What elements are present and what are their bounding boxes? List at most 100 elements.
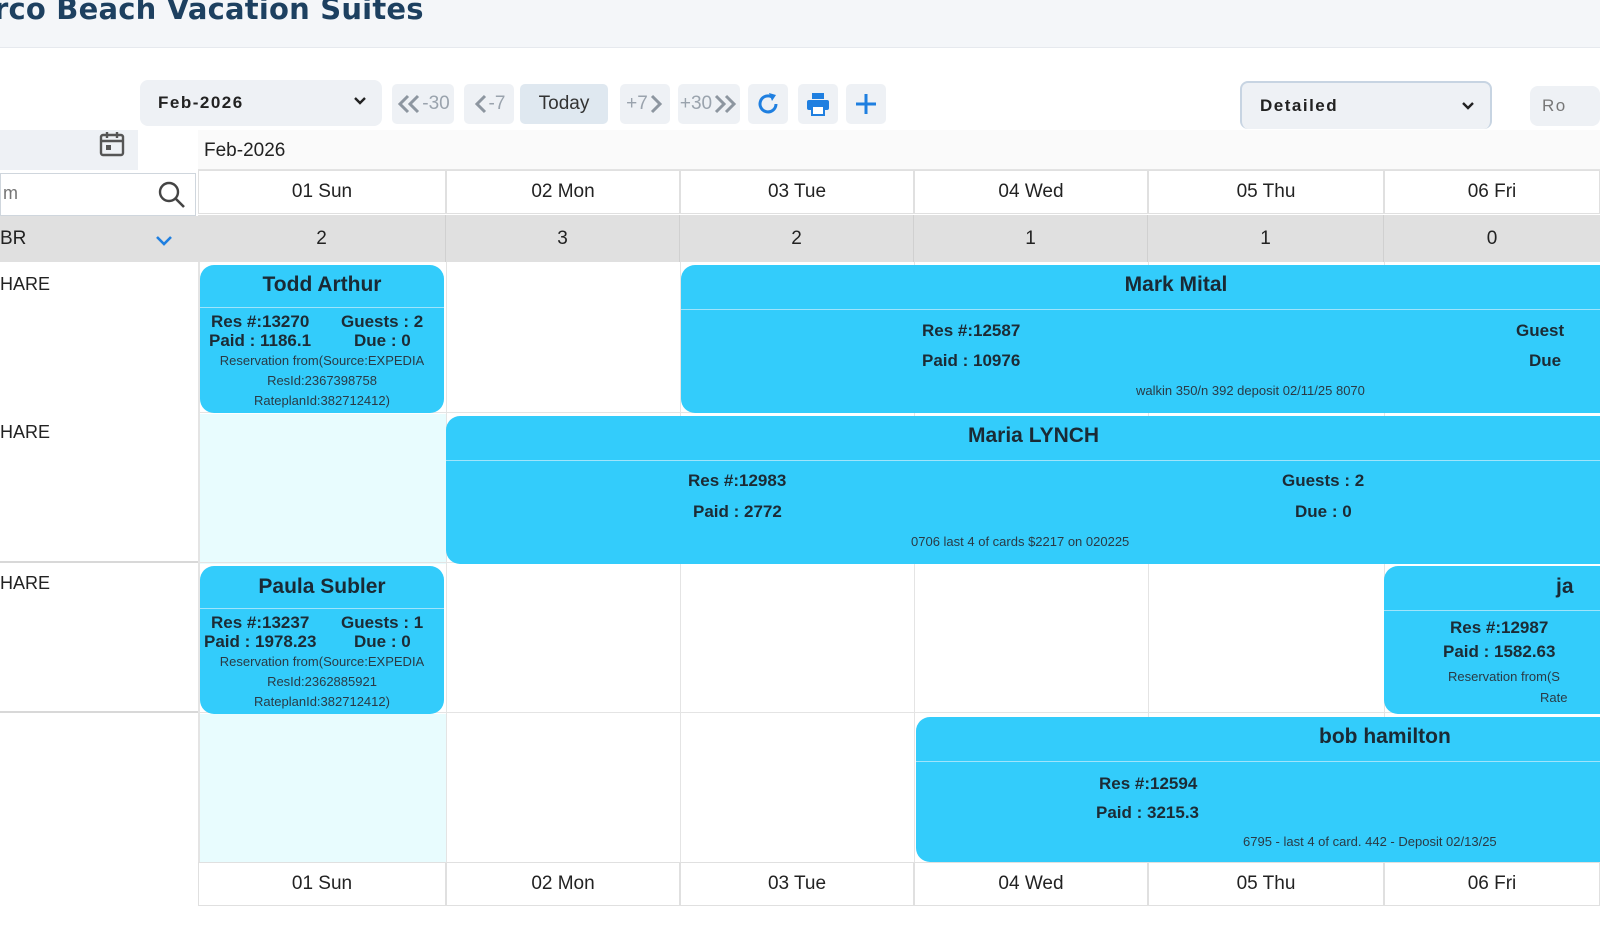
guest-name: bob hamilton	[1319, 725, 1451, 748]
plus-icon	[856, 94, 876, 114]
day-header: 04 Wed	[914, 170, 1148, 214]
room-label: HARE	[0, 422, 51, 442]
chevron-right-icon	[650, 94, 662, 114]
day-footer: 03 Tue	[680, 862, 914, 906]
available-cell[interactable]	[200, 414, 446, 564]
availability-count: 1	[914, 215, 1148, 262]
reservation-number: Res #:12587	[922, 321, 1021, 340]
paid-amount: Paid : 2772	[693, 502, 782, 521]
reservation-number: Res #:13270	[211, 312, 310, 331]
date-picker[interactable]	[0, 130, 138, 170]
due-amount: Due : 0	[354, 331, 411, 350]
day-header: 03 Tue	[680, 170, 914, 214]
double-chevron-right-icon	[715, 94, 737, 114]
fwd-7-label: +7	[626, 93, 648, 114]
day-footer: 05 Thu	[1148, 862, 1384, 906]
room-search[interactable]	[0, 173, 196, 216]
fwd-7-button[interactable]: +7	[620, 84, 670, 124]
due-amount: Due : 0	[1295, 502, 1352, 521]
reservation-note: Reservation from(S	[1448, 669, 1560, 684]
reservation-note: RateplanId:382712412)	[254, 393, 390, 408]
chevron-left-icon	[474, 94, 486, 114]
fwd-30-button[interactable]: +30	[678, 84, 740, 124]
reservation-number: Res #:12594	[1099, 774, 1198, 793]
reservation-card[interactable]: Todd Arthur Res #:13270 Guests : 2 Paid …	[200, 265, 444, 413]
day-header: 06 Fri	[1384, 170, 1600, 214]
reservation-note: ResId:2367398758	[267, 373, 377, 388]
reservation-note: Reservation from(Source:EXPEDIA	[219, 654, 425, 669]
guest-name: Mark Mital	[1124, 273, 1228, 296]
month-label: Feb-2026	[204, 140, 286, 161]
availability-count: 3	[446, 215, 680, 262]
day-header: 05 Thu	[1148, 170, 1384, 214]
back-7-label: -7	[488, 93, 506, 114]
row-divider	[0, 561, 198, 563]
refresh-icon	[758, 93, 778, 114]
room-type-select[interactable]: BR	[0, 216, 198, 262]
today-button[interactable]: Today	[520, 84, 608, 124]
fwd-30-label: +30	[679, 93, 713, 114]
due-amount: Due	[1529, 351, 1562, 370]
room-label: HARE	[0, 274, 51, 294]
room-type-value: BR	[0, 228, 27, 249]
available-cell[interactable]	[200, 714, 446, 862]
availability-count: 2	[680, 215, 914, 262]
back-30-button[interactable]: -30	[392, 84, 454, 124]
chevron-down-icon	[1462, 102, 1474, 110]
month-select[interactable]: Feb-2026	[140, 80, 382, 126]
reservation-number: Res #:13237	[211, 613, 310, 632]
paid-amount: Paid : 3215.3	[1096, 803, 1200, 822]
day-header: 02 Mon	[446, 170, 680, 214]
guest-name: Todd Arthur	[262, 273, 382, 296]
print-button[interactable]	[798, 84, 838, 124]
availability-count: 2	[198, 215, 446, 262]
paid-amount: Paid : 1582.63	[1443, 642, 1556, 661]
room-label: HARE	[0, 573, 51, 593]
reservation-number: Res #:12983	[688, 471, 787, 490]
app-title: rco Beach Vacation Suites	[0, 0, 424, 26]
reservation-card[interactable]: ja Res #:12987 Paid : 1582.63 Reservatio…	[1384, 566, 1600, 714]
chevron-down-icon	[156, 236, 172, 246]
paid-amount: Paid : 1978.23	[204, 632, 317, 651]
view-select-value: Detailed	[1260, 96, 1339, 115]
due-amount: Due : 0	[354, 632, 411, 651]
reservation-card[interactable]: Paula Subler Res #:13237 Guests : 1 Paid…	[200, 566, 444, 714]
paid-amount: Paid : 1186.1	[209, 331, 312, 350]
search-icon[interactable]	[157, 180, 187, 210]
guest-name: Maria LYNCH	[968, 424, 1100, 447]
printer-icon	[807, 93, 829, 116]
double-chevron-left-icon	[398, 94, 420, 114]
reservation-card[interactable]: Maria LYNCH Res #:12983 Paid : 2772 Gues…	[446, 416, 1600, 564]
calendar-icon	[99, 132, 125, 157]
day-header: 01 Sun	[198, 170, 446, 214]
reservation-card[interactable]: bob hamilton Res #:12594 Paid : 3215.3 6…	[916, 717, 1600, 862]
room-filter-button[interactable]: Ro	[1530, 86, 1600, 126]
day-footer: 06 Fri	[1384, 862, 1600, 906]
row-divider	[0, 711, 198, 713]
reservation-note: Reservation from(Source:EXPEDIA	[219, 353, 425, 368]
guest-count: Guest	[1516, 321, 1565, 340]
refresh-button[interactable]	[748, 84, 788, 124]
reservation-note: 0706 last 4 of cards $2217 on 020225	[911, 534, 1130, 549]
back-7-button[interactable]: -7	[464, 84, 514, 124]
add-reservation-button[interactable]	[846, 84, 886, 124]
month-header	[198, 130, 1600, 170]
day-footer: 04 Wed	[914, 862, 1148, 906]
availability-count: 0	[1384, 215, 1600, 262]
day-footer: 01 Sun	[198, 862, 446, 906]
guest-name: Paula Subler	[258, 575, 386, 598]
reservation-note: Rate	[1540, 690, 1568, 705]
reservation-note: 6795 - last 4 of card. 442 - Deposit 02/…	[1243, 834, 1497, 849]
room-search-input[interactable]	[1, 182, 155, 205]
reservation-note: walkin 350/n 392 deposit 02/11/25 8070	[1136, 383, 1365, 398]
guest-name: ja	[1556, 575, 1574, 598]
reservation-note: ResId:2362885921	[267, 674, 377, 689]
availability-count: 1	[1148, 215, 1384, 262]
reservation-note: RateplanId:382712412)	[254, 694, 390, 709]
paid-amount: Paid : 10976	[922, 351, 1021, 370]
back-30-label: -30	[422, 93, 450, 114]
guest-count: Guests : 2	[1282, 471, 1365, 490]
guest-count: Guests : 1	[341, 613, 424, 632]
view-select[interactable]: Detailed	[1240, 81, 1492, 129]
reservation-card[interactable]: Mark Mital Res #:12587 Paid : 10976 Gues…	[681, 265, 1600, 413]
